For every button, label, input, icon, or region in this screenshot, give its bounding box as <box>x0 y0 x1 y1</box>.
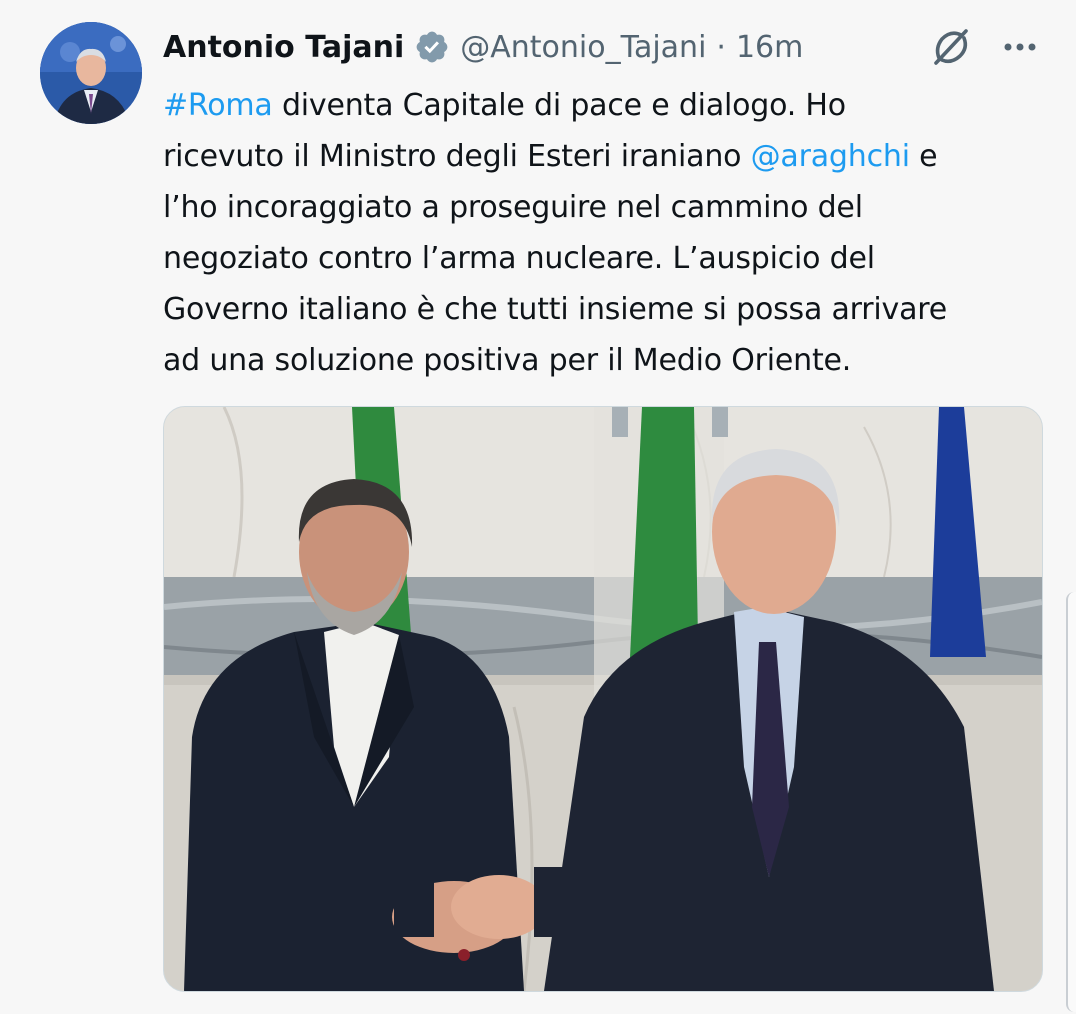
tweet-header: Antonio Tajani @Antonio_Tajani · 16m <box>163 24 1063 70</box>
author-avatar[interactable] <box>40 22 142 124</box>
tweet-text-segment: diventa Capitale di pace e dialogo. Ho <box>272 88 846 123</box>
verified-badge-icon <box>414 29 450 65</box>
tweet-text-segment: negoziato contro l’arma nucleare. L’ausp… <box>163 241 875 276</box>
tweet-photo[interactable] <box>163 406 1043 992</box>
grok-icon[interactable] <box>930 26 972 68</box>
tweet-text-line: l’ho incoraggiato a proseguire nel cammi… <box>163 182 1068 233</box>
tweet-text-line: negoziato contro l’arma nucleare. L’ausp… <box>163 233 1068 284</box>
tweet-text-line: ricevuto il Ministro degli Esteri irania… <box>163 131 1068 182</box>
tweet-timestamp[interactable]: 16m <box>736 30 803 65</box>
header-separator: · <box>716 29 726 65</box>
tweet-text-segment: ad una soluzione positiva per il Medio O… <box>163 343 852 378</box>
author-name[interactable]: Antonio Tajani <box>163 30 404 65</box>
tweet[interactable]: Antonio Tajani @Antonio_Tajani · 16m #Ro… <box>0 0 1076 1014</box>
tweet-text-segment: l’ho incoraggiato a proseguire nel cammi… <box>163 190 863 225</box>
author-handle[interactable]: @Antonio_Tajani <box>460 30 706 65</box>
mention-link[interactable]: @araghchi <box>751 139 910 174</box>
tweet-text-segment: Governo italiano è che tutti insieme si … <box>163 292 948 327</box>
tweet-text-segment: ricevuto il Ministro degli Esteri irania… <box>163 139 751 174</box>
hashtag-link[interactable]: #Roma <box>163 88 273 123</box>
tweet-text: #Roma diventa Capitale di pace e dialogo… <box>163 80 1068 386</box>
tweet-text-line: ad una soluzione positiva per il Medio O… <box>163 335 1068 386</box>
tweet-text-line: Governo italiano è che tutti insieme si … <box>163 284 1068 335</box>
scroll-indicator[interactable] <box>1066 592 1076 1012</box>
tweet-text-line: #Roma diventa Capitale di pace e dialogo… <box>163 80 1068 131</box>
more-options-icon[interactable] <box>1000 26 1040 68</box>
tweet-text-segment: e <box>909 139 938 174</box>
